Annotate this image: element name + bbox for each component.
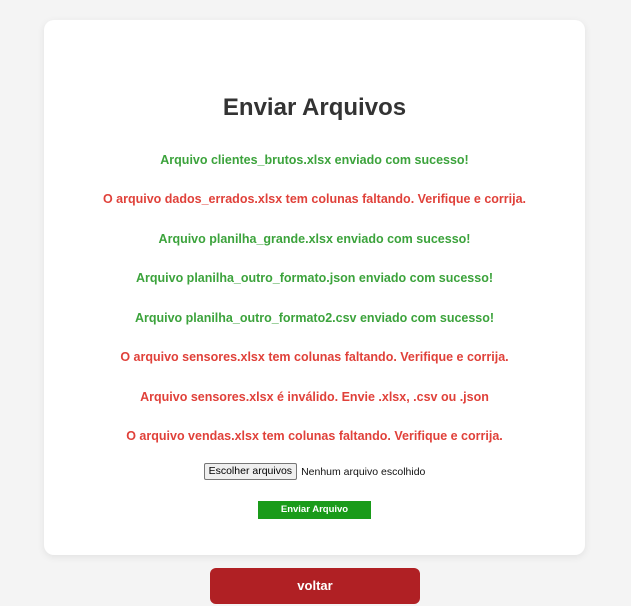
message-error: O arquivo sensores.xlsx tem colunas falt…	[120, 350, 509, 364]
message-success: Arquivo planilha_outro_formato.json envi…	[135, 271, 493, 285]
message-error: O arquivo dados_errados.xlsx tem colunas…	[102, 192, 527, 206]
message-success: Arquivo planilha_grande.xlsx enviado com…	[158, 232, 471, 246]
submit-button[interactable]: Enviar Arquivo	[258, 501, 371, 519]
message-success: Arquivo planilha_outro_formato2.csv envi…	[134, 311, 495, 325]
message-error: O arquivo vendas.xlsx tem colunas faltan…	[126, 429, 503, 443]
message-success: Arquivo clientes_brutos.xlsx enviado com…	[160, 153, 469, 167]
back-button[interactable]: voltar	[210, 568, 420, 604]
page-title: Enviar Arquivos	[222, 94, 407, 121]
choose-files-button[interactable]: Escolher arquivos	[203, 463, 298, 480]
upload-card: Enviar Arquivos Arquivo clientes_brutos.…	[44, 20, 585, 555]
message-error: Arquivo sensores.xlsx é inválido. Envie …	[140, 390, 489, 404]
file-input: Escolher arquivos Nenhum arquivo escolhid…	[44, 463, 585, 480]
file-input-status: Nenhum arquivo escolhido	[301, 465, 426, 478]
